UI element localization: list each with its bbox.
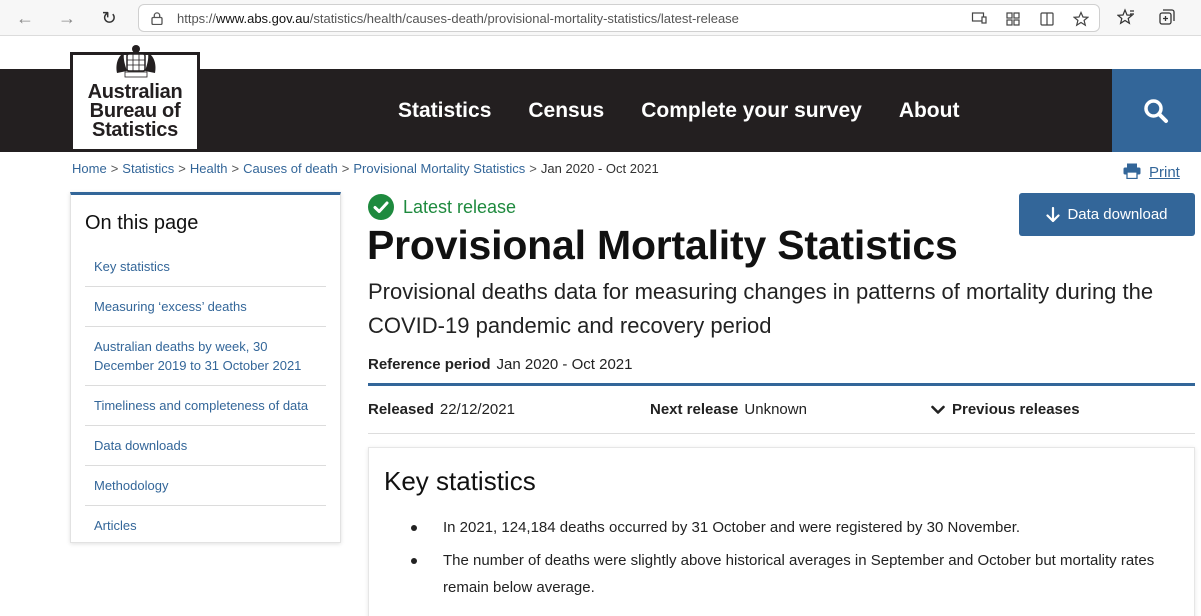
previous-releases-toggle[interactable]: Previous releases	[931, 401, 1080, 418]
nav-item-about[interactable]: About	[899, 99, 960, 123]
coat-of-arms-icon	[116, 45, 156, 78]
url-text: https://www.abs.gov.au/statistics/health…	[177, 11, 739, 26]
breadcrumb-statistics[interactable]: Statistics	[122, 161, 174, 176]
breadcrumb-causes-of-death[interactable]: Causes of death	[243, 161, 338, 176]
breadcrumb-separator: >	[178, 161, 186, 176]
abs-logo[interactable]: Australian Bureau of Statistics	[70, 45, 200, 152]
section-divider	[368, 383, 1195, 386]
next-release-value: Unknown	[744, 401, 807, 418]
latest-release-badge: Latest release	[368, 194, 516, 220]
reference-period-value: Jan 2020 - Oct 2021	[496, 356, 633, 373]
forward-icon[interactable]: →	[56, 7, 78, 29]
released-info: Released 22/12/2021	[368, 401, 515, 418]
arrow-down-icon	[1046, 206, 1061, 222]
key-statistic-item: The number of deaths were slightly above…	[409, 547, 1169, 601]
breadcrumb: Home > Statistics > Health > Causes of deat…	[72, 161, 659, 176]
section-divider-light	[368, 433, 1195, 434]
page-subtitle: Provisional deaths data for measuring ch…	[368, 279, 1154, 338]
next-release-label: Next release	[650, 401, 739, 418]
browser-toolbar: ← → ↻ https://www.abs.gov.au/statistics/…	[0, 0, 1201, 36]
logo-wordmark: Australian Bureau of Statistics	[73, 82, 197, 141]
key-statistics-panel: Key statistics In 2021, 124,184 deaths o…	[368, 447, 1195, 616]
search-button[interactable]	[1112, 69, 1201, 152]
sidebar-list: Key statistics Measuring ‘excess’ deaths…	[85, 247, 326, 545]
reference-period: Reference period Jan 2020 - Oct 2021	[368, 356, 632, 373]
data-download-label: Data download	[1067, 206, 1168, 223]
reload-icon[interactable]: ↻	[98, 7, 120, 29]
collections-icon[interactable]	[1158, 8, 1176, 26]
sidebar-item-deaths-by-week[interactable]: Australian deaths by week, 30 December 2…	[85, 327, 326, 386]
key-statistics-title: Key statistics	[384, 466, 536, 496]
page-title: Provisional Mortality Statistics	[367, 222, 958, 268]
main-navigation: Statistics Census Complete your survey A…	[398, 99, 996, 123]
key-statistics-list: In 2021, 124,184 deaths occurred by 31 O…	[409, 514, 1169, 607]
sidebar-item-articles[interactable]: Articles	[85, 506, 326, 545]
nav-item-statistics[interactable]: Statistics	[398, 99, 491, 123]
sidebar-item-key-statistics[interactable]: Key statistics	[85, 247, 326, 287]
apps-grid-icon[interactable]	[1005, 11, 1021, 27]
address-bar[interactable]: https://www.abs.gov.au/statistics/health…	[138, 4, 1100, 32]
reference-period-label: Reference period	[368, 356, 491, 373]
back-icon[interactable]: ←	[14, 7, 36, 29]
nav-item-complete-survey[interactable]: Complete your survey	[641, 99, 862, 123]
sidebar-item-data-downloads[interactable]: Data downloads	[85, 426, 326, 466]
chevron-down-icon	[931, 405, 945, 414]
sidebar-title: On this page	[85, 212, 199, 234]
lock-icon	[151, 12, 163, 25]
breadcrumb-separator: >	[110, 161, 119, 176]
print-link[interactable]: Print	[1123, 160, 1180, 181]
latest-release-label: Latest release	[403, 196, 517, 217]
favorite-star-icon[interactable]	[1072, 11, 1090, 27]
search-icon	[1144, 99, 1168, 123]
next-release-info: Next release Unknown	[650, 401, 807, 418]
nav-item-census[interactable]: Census	[528, 99, 604, 123]
print-label: Print	[1149, 164, 1180, 181]
breadcrumb-separator: >	[341, 161, 350, 176]
breadcrumb-separator: >	[529, 161, 537, 176]
printer-icon	[1123, 163, 1141, 179]
breadcrumb-current: Jan 2020 - Oct 2021	[540, 161, 659, 176]
url-prefix: https://	[177, 11, 217, 26]
breadcrumb-health[interactable]: Health	[190, 161, 228, 176]
previous-releases-label: Previous releases	[952, 401, 1080, 418]
immersive-reader-icon[interactable]	[1039, 11, 1055, 27]
on-this-page-sidebar: On this page Key statistics Measuring ‘e…	[70, 192, 341, 543]
sidebar-item-excess-deaths[interactable]: Measuring ‘excess’ deaths	[85, 287, 326, 327]
read-aloud-icon[interactable]	[971, 11, 987, 27]
breadcrumb-separator: >	[231, 161, 240, 176]
url-domain: www.abs.gov.au	[216, 11, 310, 26]
logo-line-3: Statistics	[92, 119, 178, 141]
breadcrumb-provisional-mortality[interactable]: Provisional Mortality Statistics	[353, 161, 525, 176]
released-value: 22/12/2021	[439, 401, 515, 418]
sidebar-item-timeliness[interactable]: Timeliness and completeness of data	[85, 386, 326, 426]
favorites-icon[interactable]	[1116, 8, 1135, 26]
url-path: /statistics/health/causes-death/provisio…	[309, 11, 739, 26]
check-circle-icon	[368, 194, 394, 220]
released-label: Released	[368, 401, 434, 418]
breadcrumb-home[interactable]: Home	[72, 161, 107, 176]
key-statistic-item: In 2021, 124,184 deaths occurred by 31 O…	[409, 514, 1169, 541]
data-download-button[interactable]: Data download	[1019, 193, 1195, 236]
sidebar-item-methodology[interactable]: Methodology	[85, 466, 326, 506]
